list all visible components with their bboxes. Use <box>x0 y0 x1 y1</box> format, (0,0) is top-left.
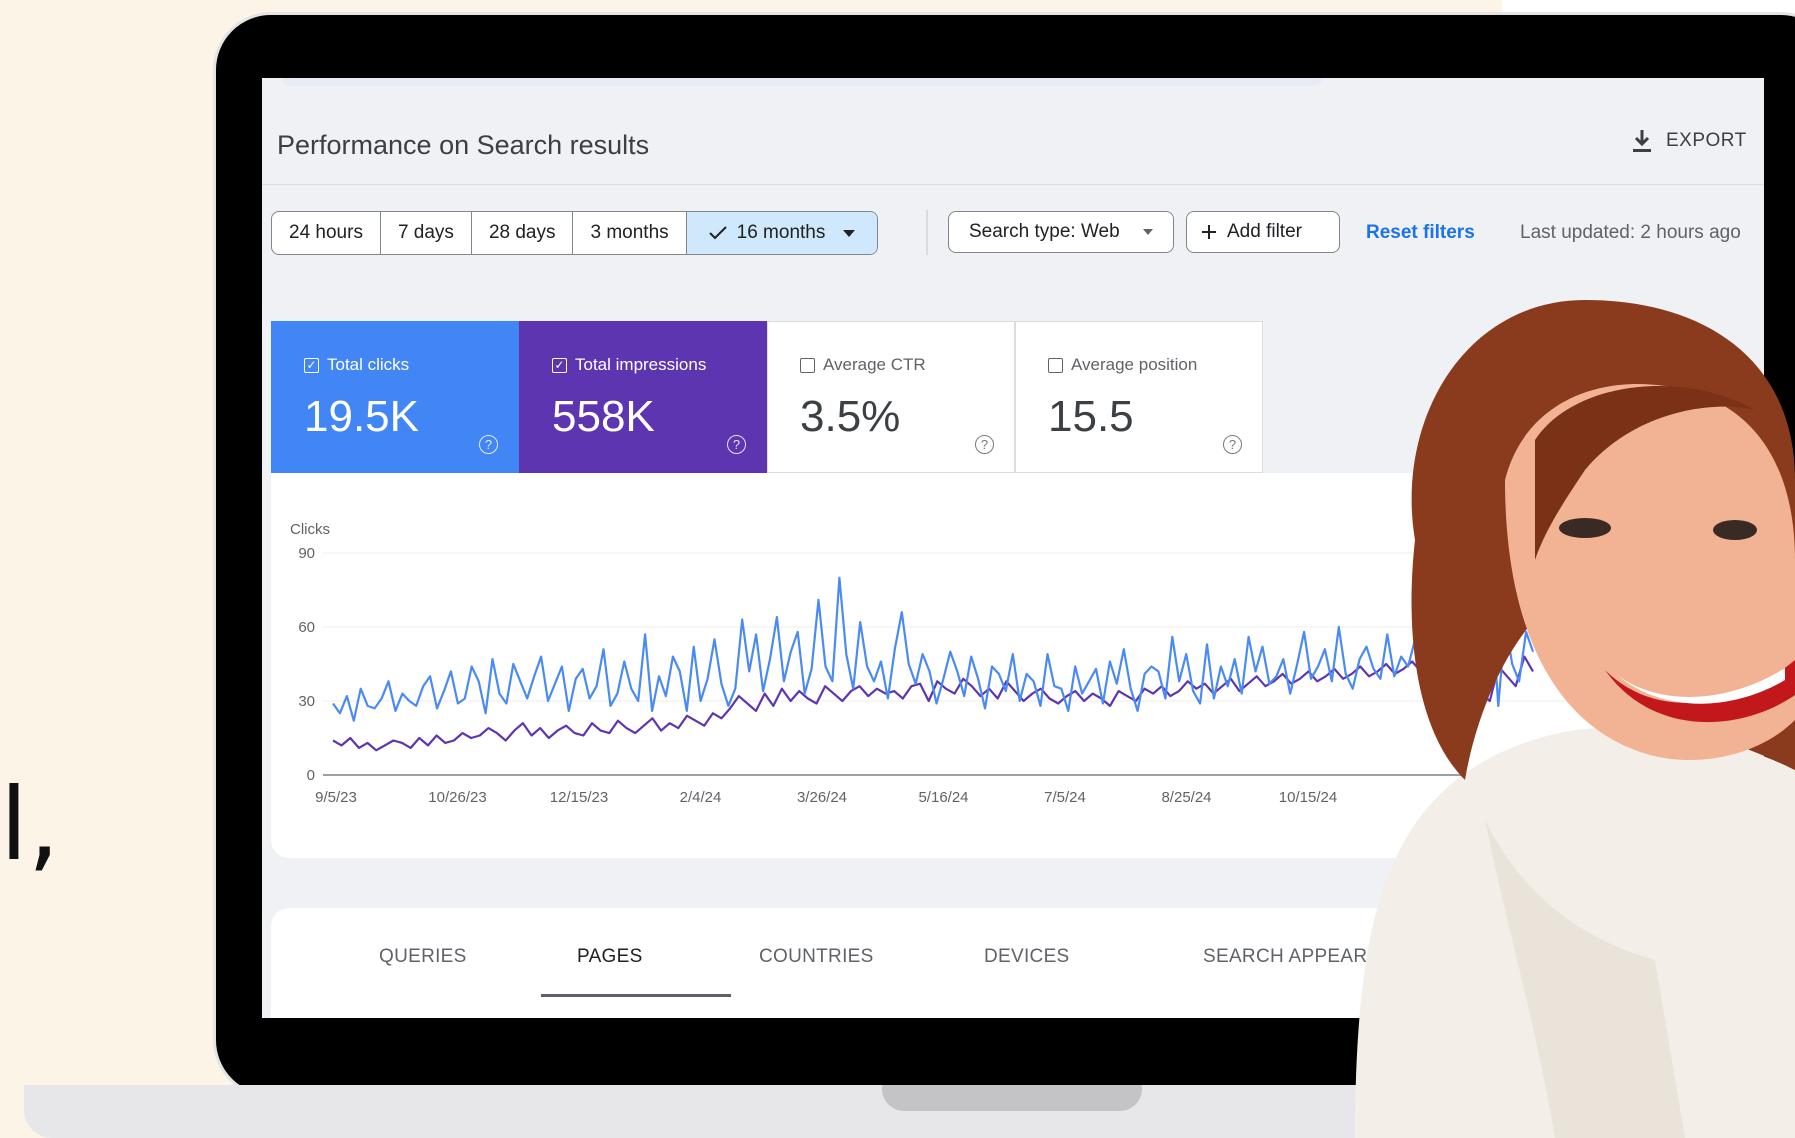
metric-label-text: Total clicks <box>327 355 410 374</box>
search-type-dropdown[interactable]: Search type: Web <box>948 211 1174 253</box>
metric-card-average-ctr[interactable]: Average CTR 3.5% ? <box>767 321 1015 473</box>
metric-label: Average CTR <box>800 355 926 375</box>
date-range-3m[interactable]: 3 months <box>573 212 687 254</box>
metric-value: 3.5% <box>800 392 901 441</box>
active-tab-indicator <box>541 994 731 997</box>
search-type-label: Search type: Web <box>969 221 1120 242</box>
y-tick-label: 90 <box>298 545 315 562</box>
download-icon <box>1633 130 1651 152</box>
export-button[interactable]: EXPORT <box>1630 128 1747 154</box>
check-icon <box>708 226 727 240</box>
date-range-label: 16 months <box>736 222 826 243</box>
last-updated-text: Last updated: 2 hours ago <box>1520 222 1741 243</box>
metric-label: ✓ Total clicks <box>304 355 409 375</box>
date-range-label: 28 days <box>488 222 556 243</box>
laptop-notch <box>882 1085 1142 1111</box>
checkbox-unchecked-icon[interactable] <box>1048 357 1063 373</box>
date-range-24h[interactable]: 24 hours <box>272 212 381 254</box>
x-tick-label: 7/5/24 <box>1044 789 1086 806</box>
checkbox-checked-icon[interactable]: ✓ <box>552 357 567 373</box>
metric-card-total-impressions[interactable]: ✓ Total impressions 558K ? <box>519 321 767 473</box>
export-label: EXPORT <box>1666 130 1747 151</box>
metric-label-text: Total impressions <box>575 355 707 374</box>
x-tick-label: 8/25/24 <box>1161 789 1211 806</box>
help-icon[interactable]: ? <box>727 435 746 454</box>
x-tick-label: 10/26/23 <box>428 789 486 806</box>
date-range-28d[interactable]: 28 days <box>472 212 574 254</box>
date-range-selector: 24 hours 7 days 28 days 3 months 16 mont… <box>271 211 879 255</box>
metric-value: 558K <box>552 392 655 441</box>
chevron-down-icon <box>1143 229 1153 235</box>
metric-label-text: Average position <box>1071 355 1198 374</box>
series-line <box>332 576 1535 722</box>
date-range-16m[interactable]: 16 months <box>686 212 878 254</box>
toolbar-divider <box>926 210 928 255</box>
metric-value: 15.5 <box>1048 392 1134 441</box>
tab-countries[interactable]: COUNTRIES <box>759 946 874 968</box>
chevron-down-icon <box>843 229 856 237</box>
divider <box>262 184 1764 185</box>
help-icon[interactable]: ? <box>479 435 498 454</box>
tab-pages[interactable]: PAGES <box>577 946 643 968</box>
x-tick-label: 10/15/24 <box>1279 789 1337 806</box>
y-axis-title: Clicks <box>290 521 330 538</box>
page-title: Performance on Search results <box>277 130 650 160</box>
y-tick-label: 30 <box>298 693 315 710</box>
help-icon[interactable]: ? <box>975 435 994 454</box>
metric-label: ✓ Total impressions <box>552 355 706 375</box>
side-text: l, <box>0 766 60 883</box>
add-filter-label: Add filter <box>1227 221 1302 242</box>
date-range-label: 7 days <box>397 222 454 243</box>
x-tick-label: 5/16/24 <box>918 789 968 806</box>
reset-filters-link[interactable]: Reset filters <box>1366 222 1475 244</box>
metric-cards: ✓ Total clicks 19.5K ? ✓ Total impressions… <box>271 321 1263 473</box>
date-range-label: 24 hours <box>289 222 363 243</box>
person-photo <box>1355 300 1795 1138</box>
y-tick-label: 0 <box>307 767 315 784</box>
metric-value: 19.5K <box>304 392 419 441</box>
x-tick-label: 9/5/23 <box>315 789 357 806</box>
checkbox-checked-icon[interactable]: ✓ <box>304 357 319 373</box>
checkbox-unchecked-icon[interactable] <box>800 357 815 373</box>
metric-label: Average position <box>1048 355 1197 375</box>
tab-queries[interactable]: QUERIES <box>379 946 467 968</box>
metric-card-total-clicks[interactable]: ✓ Total clicks 19.5K ? <box>271 321 519 473</box>
x-tick-label: 3/26/24 <box>797 789 847 806</box>
x-tick-label: 2/4/24 <box>680 789 722 806</box>
x-tick-label: 12/15/23 <box>550 789 608 806</box>
plus-icon <box>1202 225 1216 239</box>
add-filter-button[interactable]: Add filter <box>1186 211 1340 253</box>
help-icon[interactable]: ? <box>1223 435 1242 454</box>
search-bar-edge <box>282 78 1322 86</box>
metric-card-average-position[interactable]: Average position 15.5 ? <box>1015 321 1263 473</box>
y-tick-label: 60 <box>298 619 315 636</box>
date-range-7d[interactable]: 7 days <box>381 212 472 254</box>
date-range-label: 3 months <box>590 222 669 243</box>
metric-label-text: Average CTR <box>823 355 926 374</box>
tab-devices[interactable]: DEVICES <box>984 946 1070 968</box>
